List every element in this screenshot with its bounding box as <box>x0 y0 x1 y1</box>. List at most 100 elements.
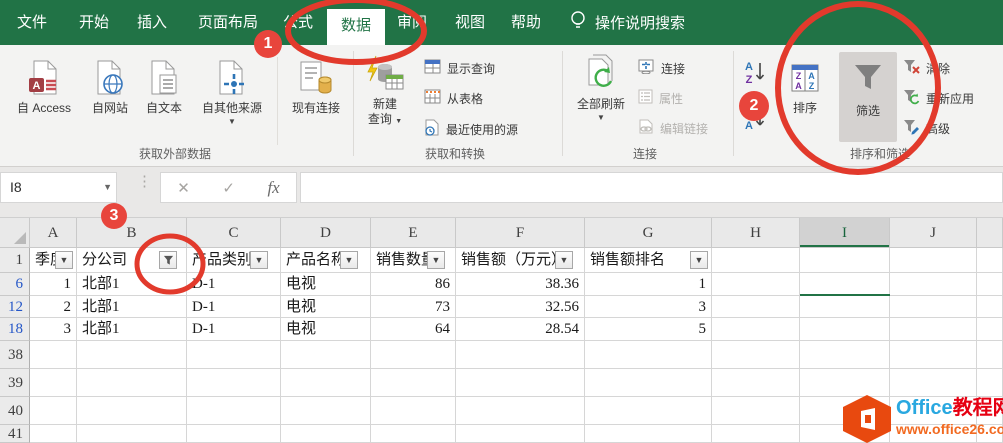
cell-D12[interactable]: 电视 <box>281 296 371 318</box>
cell-H40[interactable] <box>712 397 800 425</box>
cell-I6[interactable] <box>800 273 890 296</box>
column-header-J[interactable]: J <box>890 218 977 248</box>
cell-E18[interactable]: 64 <box>371 318 456 341</box>
cell-H41[interactable] <box>712 425 800 443</box>
show-queries-button[interactable]: 显示查询 <box>424 59 495 77</box>
header-cell-G1[interactable]: 销售额排名▼ <box>585 248 712 273</box>
cell-C41[interactable] <box>187 425 281 443</box>
cell-A12[interactable]: 2 <box>30 296 77 318</box>
row-header-40[interactable]: 40 <box>0 397 30 425</box>
column-header-B[interactable]: B <box>77 218 187 248</box>
cell-E12[interactable]: 73 <box>371 296 456 318</box>
cell-I39[interactable] <box>800 369 890 397</box>
tab-home[interactable]: 开始 <box>68 0 120 45</box>
cell-D40[interactable] <box>281 397 371 425</box>
row-header-6[interactable]: 6 <box>0 273 30 296</box>
filter-dropdown-icon[interactable]: ▼ <box>250 251 268 269</box>
cell-F6[interactable]: 38.36 <box>456 273 585 296</box>
header-cell-C1[interactable]: 产品类别▼ <box>187 248 281 273</box>
connections-button[interactable]: 连接 <box>638 59 685 77</box>
cell-G18[interactable]: 5 <box>585 318 712 341</box>
reapply-filter-button[interactable]: 重新应用 <box>903 89 974 108</box>
header-cell-F1[interactable]: 销售额（万元）▼ <box>456 248 585 273</box>
cell-E39[interactable] <box>371 369 456 397</box>
cell-F18[interactable]: 28.54 <box>456 318 585 341</box>
refresh-all-button[interactable]: 全部刷新 ▼ <box>570 53 632 122</box>
cell-G38[interactable] <box>585 341 712 369</box>
tab-view[interactable]: 视图 <box>444 0 496 45</box>
row-header-1[interactable]: 1 <box>0 248 30 273</box>
new-query-button[interactable]: 新建 查询 ▼ <box>358 53 412 127</box>
select-all-corner[interactable] <box>0 218 30 248</box>
from-table-button[interactable]: 从表格 <box>424 89 483 107</box>
cell-C39[interactable] <box>187 369 281 397</box>
cell-F38[interactable] <box>456 341 585 369</box>
cell-F39[interactable] <box>456 369 585 397</box>
cell-A40[interactable] <box>30 397 77 425</box>
column-header-D[interactable]: D <box>281 218 371 248</box>
cancel-icon[interactable]: ✕ <box>177 179 190 197</box>
filter-dropdown-icon[interactable]: ▼ <box>427 251 445 269</box>
from-other-sources-button[interactable]: 自其他来源 ▼ <box>192 55 272 126</box>
cell-E38[interactable] <box>371 341 456 369</box>
row-header-38[interactable]: 38 <box>0 341 30 369</box>
cell-J39[interactable] <box>890 369 977 397</box>
tab-insert[interactable]: 插入 <box>126 0 178 45</box>
cell-I38[interactable] <box>800 341 890 369</box>
filter-dropdown-icon[interactable]: ▼ <box>555 251 573 269</box>
sort-button[interactable]: ZAAZ 排序 <box>778 55 832 116</box>
cell-B38[interactable] <box>77 341 187 369</box>
insert-function-icon[interactable]: fx <box>267 178 279 198</box>
cell-B41[interactable] <box>77 425 187 443</box>
cell-D18[interactable]: 电视 <box>281 318 371 341</box>
header-cell-B1[interactable]: 分公司 <box>77 248 187 273</box>
cell-I18[interactable] <box>800 318 890 341</box>
cell-G41[interactable] <box>585 425 712 443</box>
sort-descending-button[interactable]: ZA <box>742 105 768 134</box>
advanced-filter-button[interactable]: 高级 <box>903 119 950 138</box>
cell-A39[interactable] <box>30 369 77 397</box>
filter-dropdown-icon[interactable]: ▼ <box>55 251 73 269</box>
cell-I1[interactable] <box>800 248 890 273</box>
cell-J1[interactable] <box>890 248 977 273</box>
cell-H1[interactable] <box>712 248 800 273</box>
cell-E6[interactable]: 86 <box>371 273 456 296</box>
header-cell-A1[interactable]: 季度▼ <box>30 248 77 273</box>
filter-dropdown-icon[interactable]: ▼ <box>690 251 708 269</box>
clear-filter-button[interactable]: 清除 <box>903 59 950 78</box>
cell-I12[interactable] <box>800 296 890 318</box>
name-box-dropdown-icon[interactable]: ▼ <box>103 173 112 202</box>
row-header-12[interactable]: 12 <box>0 296 30 318</box>
header-cell-D1[interactable]: 产品名称▼ <box>281 248 371 273</box>
cell-E40[interactable] <box>371 397 456 425</box>
row-header-18[interactable]: 18 <box>0 318 30 341</box>
cell-C38[interactable] <box>187 341 281 369</box>
cell-H39[interactable] <box>712 369 800 397</box>
cell-H12[interactable] <box>712 296 800 318</box>
row-header-39[interactable]: 39 <box>0 369 30 397</box>
cell-A6[interactable]: 1 <box>30 273 77 296</box>
from-web-button[interactable]: 自网站 <box>84 55 136 116</box>
active-filter-funnel-icon[interactable] <box>159 251 177 269</box>
cell-H18[interactable] <box>712 318 800 341</box>
header-cell-E1[interactable]: 销售数量▼ <box>371 248 456 273</box>
cell-D41[interactable] <box>281 425 371 443</box>
tell-me-search[interactable]: 操作说明搜索 <box>570 0 685 45</box>
column-header-A[interactable]: A <box>30 218 77 248</box>
name-box[interactable]: I8 ▼ <box>0 172 117 203</box>
cell-G39[interactable] <box>585 369 712 397</box>
cell-G6[interactable]: 1 <box>585 273 712 296</box>
cell-H6[interactable] <box>712 273 800 296</box>
tab-file[interactable]: 文件 <box>6 0 58 45</box>
cell-F12[interactable]: 32.56 <box>456 296 585 318</box>
cell-C6[interactable]: D-1 <box>187 273 281 296</box>
cell-D6[interactable]: 电视 <box>281 273 371 296</box>
cell-G12[interactable]: 3 <box>585 296 712 318</box>
cell-B39[interactable] <box>77 369 187 397</box>
filter-button[interactable]: 筛选 <box>839 52 897 142</box>
cell-D38[interactable] <box>281 341 371 369</box>
formula-input[interactable] <box>300 172 1003 203</box>
cell-C40[interactable] <box>187 397 281 425</box>
cell-C12[interactable]: D-1 <box>187 296 281 318</box>
cell-A38[interactable] <box>30 341 77 369</box>
